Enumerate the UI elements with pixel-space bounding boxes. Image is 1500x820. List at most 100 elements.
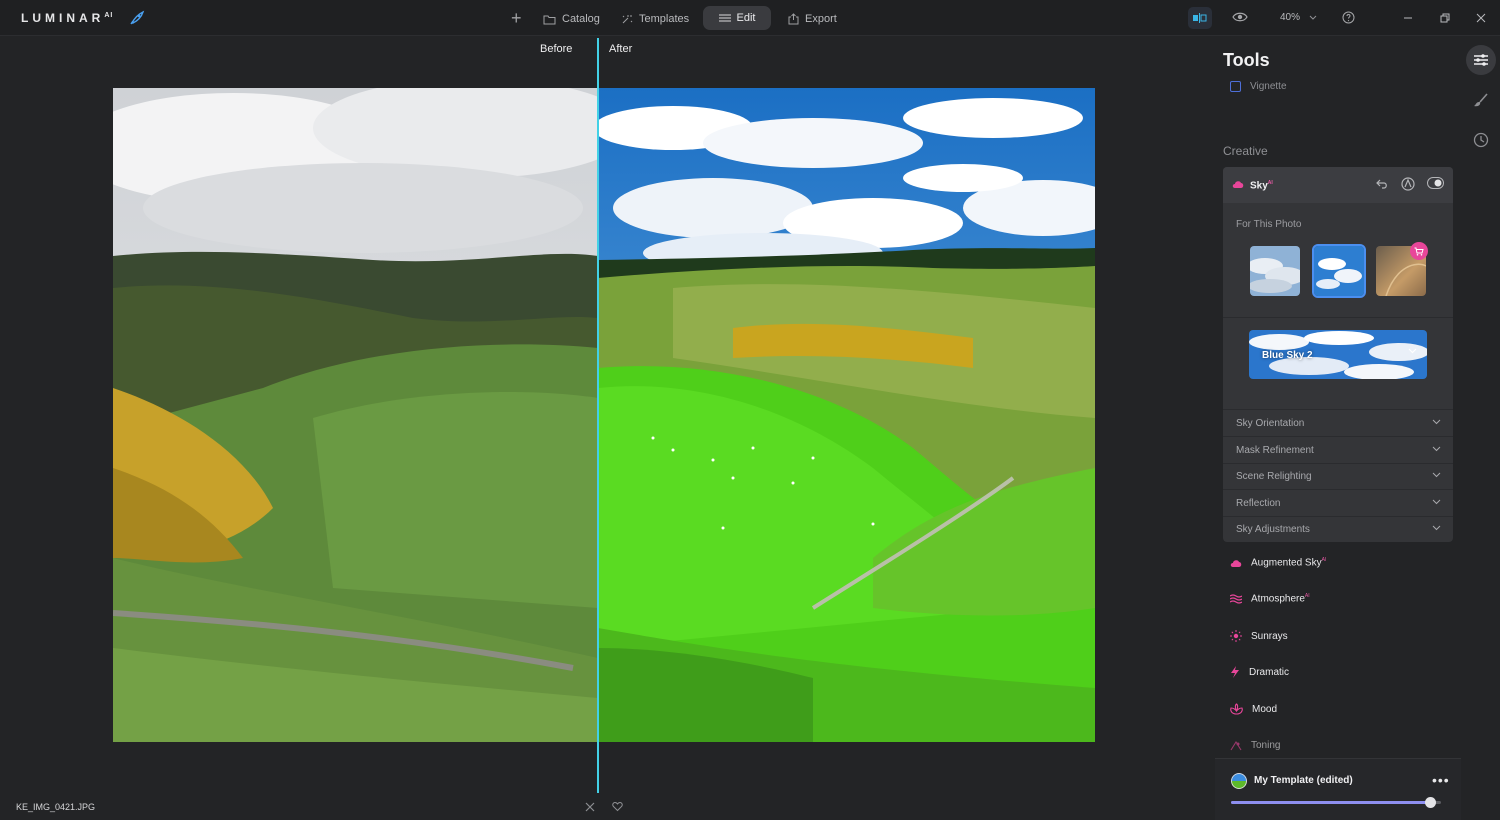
tool-dramatic[interactable]: Dramatic [1230,662,1289,682]
section-creative: Creative [1223,144,1268,158]
zoom-value: 40% [1280,12,1301,23]
eye-icon[interactable] [1232,11,1248,23]
heart-icon[interactable] [612,801,623,812]
restore-icon [1440,13,1450,23]
accordion-sky-orientation[interactable]: Sky Orientation [1223,410,1453,436]
close-window-button[interactable] [1473,10,1489,26]
ai-badge: AI [1304,593,1310,600]
ai-badge: AI [1321,557,1327,564]
folder-icon [543,15,556,24]
visibility-toggle-icon[interactable] [1427,177,1444,189]
nav-export[interactable]: Export [788,8,837,30]
tool-mood[interactable]: Mood [1230,699,1277,719]
nav-templates-label: Templates [639,13,690,25]
tool-atmosphere[interactable]: AtmosphereAI [1230,589,1310,609]
sky-thumbnail-2[interactable] [1312,244,1366,298]
compare-button[interactable] [1188,7,1212,29]
tool-toning[interactable]: Toning [1230,735,1280,755]
undo-icon[interactable] [1376,177,1389,190]
photo-comparison[interactable] [113,88,1095,742]
close-icon [1476,13,1486,23]
luminar-window: LUMINARAI + Catalog Templates Edit Expor… [0,0,1500,820]
cart-icon [1414,247,1424,256]
template-thumbnail-image [1231,773,1247,789]
sliders-icon [718,14,731,22]
chevron-down-icon [1432,525,1441,531]
accordion-reflection[interactable]: Reflection [1223,490,1453,516]
reject-icon[interactable] [584,801,596,813]
selected-sky-name: Blue Sky 2 [1262,350,1313,361]
chevron-down-icon [1432,446,1441,452]
panel-title: Tools [1223,50,1270,70]
sliders-icon [1474,54,1488,66]
tool-sunrays[interactable]: Sunrays [1230,626,1288,646]
clock-icon [1473,132,1489,148]
flower-icon [1230,703,1243,715]
rail-history-button[interactable] [1466,125,1496,155]
tool-label: Sunrays [1251,630,1288,642]
sun-icon [1230,630,1242,642]
template-amount-slider[interactable] [1231,797,1441,808]
tool-label-text: Augmented Sky [1251,557,1322,569]
nav-templates[interactable]: Templates [620,8,689,30]
mask-icon[interactable] [1401,177,1415,191]
accordion-label: Scene Relighting [1236,471,1312,482]
nav-edit-label: Edit [736,12,756,24]
accordion-sky-adjustments[interactable]: Sky Adjustments [1223,516,1453,542]
tool-label: Mood [1252,703,1278,715]
before-after-divider[interactable] [597,38,599,793]
export-icon [788,13,799,25]
chevron-down-icon [1432,499,1441,505]
sky-preview-2 [1314,246,1364,296]
help-icon[interactable] [1342,11,1355,24]
rocket-icon[interactable] [129,10,145,26]
filename-label: KE_IMG_0421.JPG [16,802,96,812]
more-options-button[interactable]: ••• [1432,772,1450,788]
tool-label-text: Atmosphere [1251,593,1305,605]
tool-label: Augmented SkyAI [1251,557,1326,568]
chevron-down-icon [1408,348,1417,354]
after-label: After [609,43,633,55]
chevron-down-icon [1309,15,1317,20]
split-view-icon [1193,13,1207,23]
rail-tools-button[interactable] [1466,45,1496,75]
for-this-photo-label: For This Photo [1236,219,1302,230]
chevron-down-icon [1432,419,1441,425]
minimize-button[interactable] [1400,10,1416,26]
tool-label: AtmosphereAI [1251,593,1310,604]
slider-thumb[interactable] [1424,797,1436,808]
nav-edit[interactable]: Edit [703,6,771,30]
top-bar: LUMINARAI + Catalog Templates Edit Expor… [0,0,1500,36]
nav-catalog[interactable]: Catalog [543,8,600,30]
before-label: Before [540,43,573,55]
sky-replacement-dropdown[interactable]: Blue Sky 2 [1249,330,1427,379]
divider [1223,317,1453,318]
sparkle-icon [622,14,633,23]
sky-thumbnail-1[interactable] [1250,246,1300,296]
cloud-icon [1230,560,1242,567]
sky-name-text: Sky [1250,180,1268,192]
brush-icon [1474,93,1488,107]
sky-tool-header[interactable]: SkyAI [1223,167,1453,203]
template-thumbnail [1231,773,1247,789]
rail-brush-button[interactable] [1466,85,1496,115]
zoom-dropdown[interactable]: 40% [1280,12,1317,23]
nav-catalog-label: Catalog [562,13,600,25]
tool-vignette[interactable]: Vignette [1230,81,1287,92]
waves-icon [1230,594,1242,604]
sky-tool-card: SkyAI For This Photo Blue Sky 2 Sky Orie… [1223,167,1453,542]
tool-label: Toning [1251,739,1281,751]
tool-augmented-sky[interactable]: Augmented SkyAI [1230,553,1326,573]
cloud-icon [1232,181,1244,188]
nav-export-label: Export [805,13,837,25]
vignette-label: Vignette [1250,81,1287,92]
ai-badge: AI [1267,180,1273,186]
maximize-button[interactable] [1437,10,1453,26]
cart-badge[interactable] [1410,242,1428,260]
minimize-icon [1404,17,1412,19]
add-photos-button[interactable]: + [511,9,525,27]
template-name: My Template (edited) [1254,775,1353,786]
accordion-scene-relighting[interactable]: Scene Relighting [1223,463,1453,489]
toning-icon [1230,740,1242,750]
accordion-mask-refinement[interactable]: Mask Refinement [1223,437,1453,463]
